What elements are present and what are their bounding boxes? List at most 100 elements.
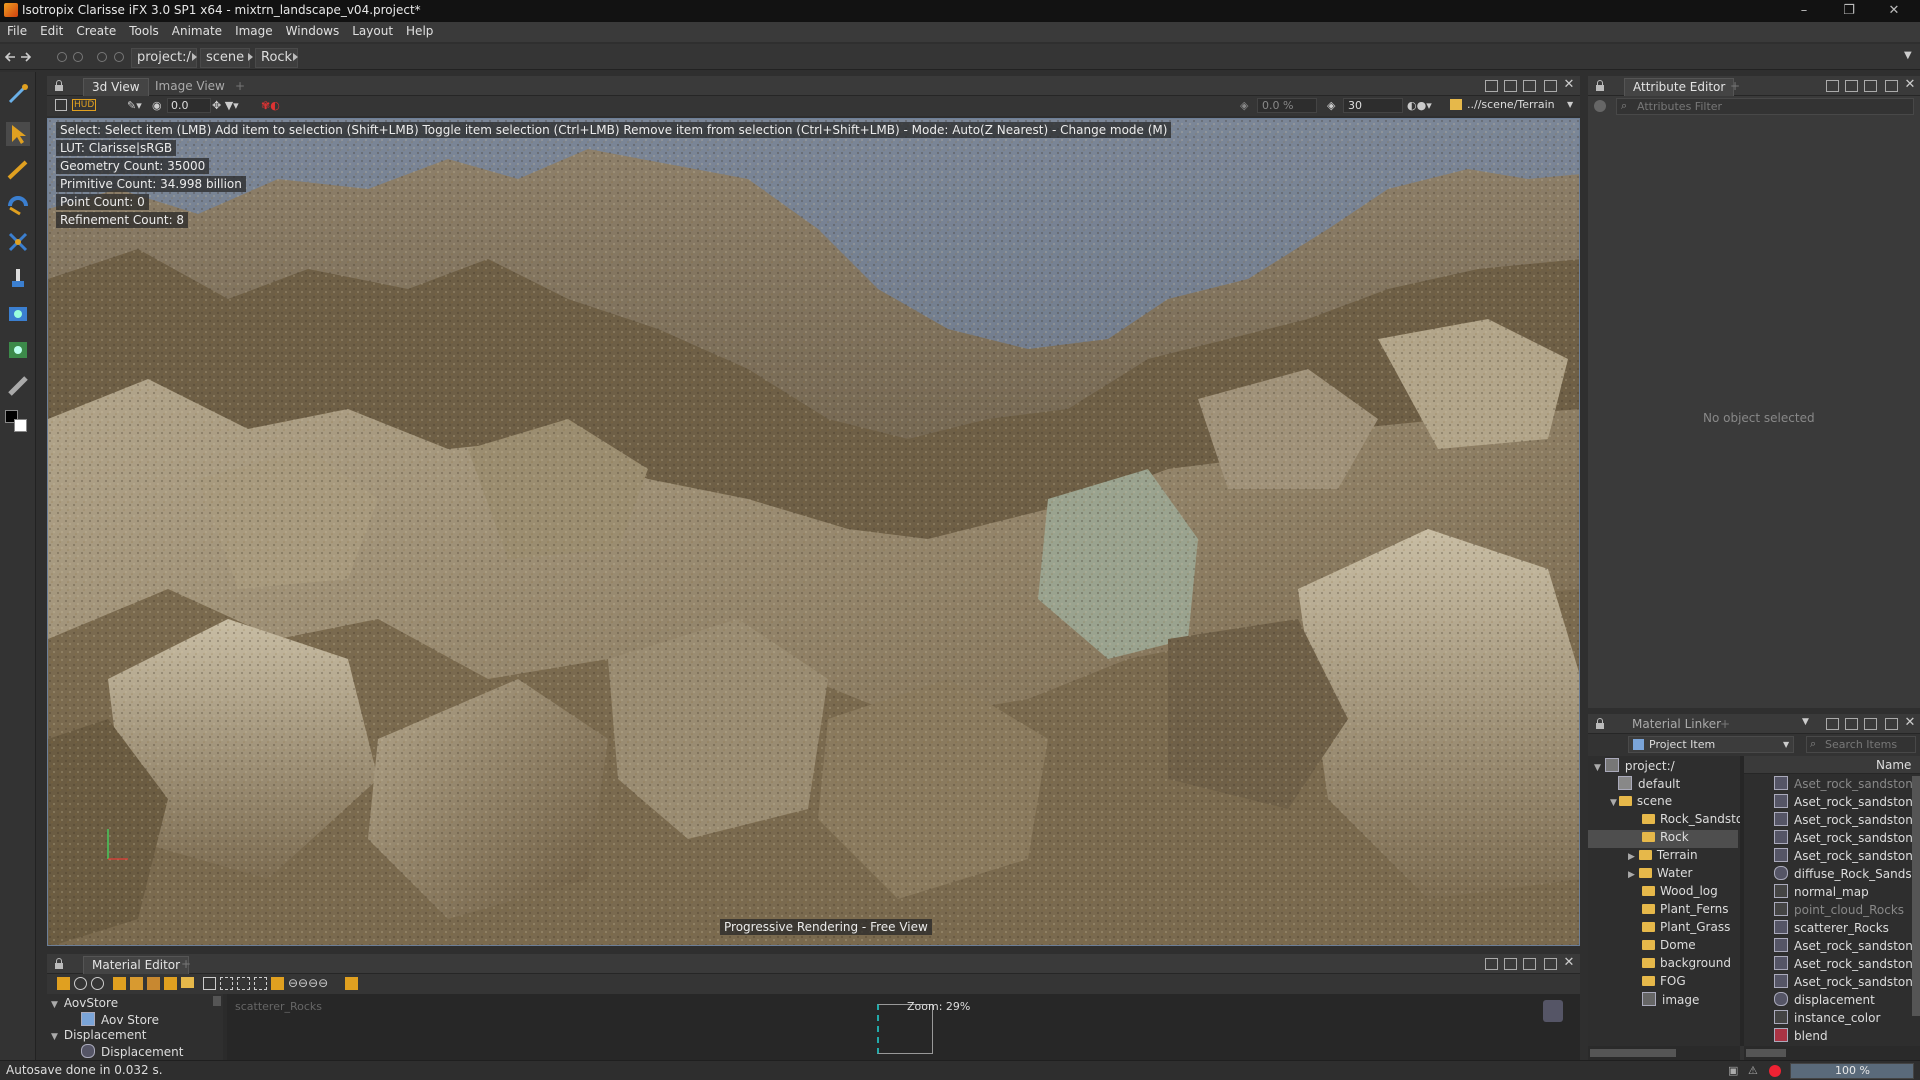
list-item[interactable]: Aset_rock_sandstone_ — [1774, 830, 1920, 848]
horizontal-scrollbar[interactable] — [1588, 1046, 1740, 1060]
tree-item-default[interactable]: default — [1618, 776, 1680, 794]
tab-attribute-editor[interactable]: Attribute Editor — [1624, 78, 1735, 96]
server-icon[interactable]: ▣ — [1728, 1064, 1738, 1077]
rotate-tool-icon[interactable] — [6, 194, 30, 218]
camera-path[interactable]: ..//scene/Terrain — [1467, 98, 1555, 111]
texture-tool-icon[interactable] — [130, 977, 143, 990]
layout-vertical-icon[interactable] — [1864, 718, 1877, 730]
horizontal-scrollbar[interactable] — [1744, 1046, 1920, 1060]
menu-create[interactable]: Create — [69, 22, 122, 38]
list-item[interactable]: scatterer_Rocks — [1774, 920, 1889, 938]
folder-icon[interactable] — [1450, 99, 1462, 110]
lock-icon[interactable] — [53, 958, 65, 970]
tree-item-water[interactable]: ▶ Water — [1628, 866, 1692, 884]
error-indicator-icon[interactable] — [1769, 1065, 1781, 1077]
lock-icon[interactable] — [1594, 80, 1606, 92]
forward-arrow-icon[interactable] — [20, 51, 32, 63]
layout-horizontal-icon[interactable] — [1845, 80, 1858, 92]
tab-image-view[interactable]: Image View — [147, 78, 233, 95]
list-item[interactable]: blend — [1774, 1028, 1828, 1046]
scale-tool-icon[interactable] — [6, 230, 30, 254]
visibility-icon[interactable]: ◉ — [152, 99, 162, 112]
tree-item-fog[interactable]: FOG — [1642, 974, 1686, 992]
scrollbar[interactable] — [1912, 776, 1920, 1016]
project-item-dropdown[interactable]: Project Item ▼ — [1628, 736, 1794, 753]
minimize-button[interactable]: – — [1784, 2, 1824, 20]
list-item[interactable]: Aset_rock_sandstone — [1774, 956, 1920, 974]
render-settings-icon[interactable]: ✾◐ — [261, 99, 280, 112]
tree-item-dome[interactable]: Dome — [1642, 938, 1696, 956]
warning-icon[interactable]: ⚠ — [1748, 1064, 1758, 1077]
menu-image[interactable]: Image — [228, 22, 279, 38]
chevron-down-icon[interactable]: ▼ — [1802, 717, 1809, 727]
list-item[interactable]: Aset_rock_sandstone_ — [1774, 848, 1920, 866]
maximize-panel-icon[interactable] — [1544, 958, 1557, 970]
scrollbar[interactable] — [213, 996, 221, 1006]
layout-vertical-icon[interactable] — [1523, 958, 1536, 970]
close-button[interactable]: ✕ — [1874, 2, 1914, 20]
navigation-icons[interactable]: ⊖⊖⊖⊖ — [288, 976, 328, 990]
camera-tool-icon[interactable] — [6, 302, 30, 326]
breadcrumb-rock[interactable]: Rock — [255, 48, 299, 68]
pick-tool-icon[interactable] — [6, 82, 30, 106]
auto-layout-icon[interactable] — [271, 977, 284, 990]
attributes-filter-input[interactable]: ⌕ Attributes Filter — [1616, 98, 1914, 115]
folder-icon[interactable] — [181, 977, 194, 988]
align-icon[interactable] — [237, 977, 250, 990]
render-preview-icon[interactable] — [345, 977, 358, 990]
layout-vertical-icon[interactable] — [1864, 80, 1877, 92]
pause-icon[interactable] — [113, 51, 125, 63]
maximize-panel-icon[interactable] — [1885, 80, 1898, 92]
undo-icon[interactable] — [56, 51, 68, 63]
add-tab-button[interactable]: + — [1712, 716, 1738, 733]
layout-split-icon[interactable] — [1485, 958, 1498, 970]
menu-tools[interactable]: Tools — [122, 22, 165, 38]
menu-file[interactable]: File — [0, 22, 33, 38]
tree-item-plant-ferns[interactable]: Plant_Ferns — [1642, 902, 1728, 920]
material-tool-icon[interactable] — [113, 977, 126, 990]
maximize-panel-icon[interactable] — [1885, 718, 1898, 730]
layout-split-icon[interactable] — [1826, 718, 1839, 730]
distribute-icon[interactable] — [254, 977, 267, 990]
close-panel-icon[interactable]: ✕ — [1904, 716, 1916, 730]
maximize-button[interactable]: ❐ — [1829, 2, 1869, 20]
back-arrow-icon[interactable] — [4, 51, 16, 63]
tree-item-rock[interactable]: Rock — [1588, 830, 1738, 848]
tree-item-scene[interactable]: ▼ scene — [1610, 794, 1672, 812]
filter-icon[interactable]: ✥ ▼▾ — [212, 99, 239, 112]
add-tab-button[interactable]: + — [227, 78, 253, 95]
close-panel-icon[interactable]: ✕ — [1563, 78, 1575, 92]
chevron-down-icon[interactable]: ▼ — [1904, 50, 1912, 61]
layout-split-icon[interactable] — [1485, 80, 1498, 92]
list-item[interactable]: normal_map — [1774, 884, 1869, 902]
link-tool-icon[interactable] — [74, 977, 87, 990]
menu-animate[interactable]: Animate — [165, 22, 228, 38]
close-panel-icon[interactable]: ✕ — [1904, 78, 1916, 92]
brush-icon[interactable]: ✎▾ — [127, 99, 142, 112]
layout-split-icon[interactable] — [1826, 80, 1839, 92]
hud-toggle[interactable]: HUD — [72, 99, 97, 111]
layout-horizontal-icon[interactable] — [1504, 80, 1517, 92]
filter-tool-icon[interactable] — [164, 977, 177, 990]
select-tool-icon[interactable] — [6, 122, 30, 146]
zoom-indicator[interactable]: 100 % — [1790, 1063, 1914, 1079]
tree-item-terrain[interactable]: ▶ Terrain — [1628, 848, 1698, 866]
maximize-panel-icon[interactable] — [1544, 80, 1557, 92]
background-color-swatch[interactable] — [14, 419, 27, 432]
close-panel-icon[interactable]: ✕ — [1563, 956, 1575, 970]
eraser-tool-icon[interactable] — [6, 374, 30, 398]
lock-icon[interactable] — [1594, 718, 1606, 730]
menu-edit[interactable]: Edit — [33, 22, 69, 38]
exposure-field[interactable]: 0.0 — [167, 98, 211, 113]
tab-3d-view[interactable]: 3d View — [83, 78, 149, 96]
breadcrumb-scene[interactable]: scene — [200, 48, 251, 68]
paint-tool-icon[interactable] — [6, 266, 30, 290]
name-column-header[interactable]: Name — [1744, 756, 1920, 774]
list-item[interactable]: Aset_rock_sandstone_ — [1774, 812, 1920, 830]
list-item[interactable]: Aset_rock_sandstone_ — [1774, 794, 1920, 812]
menu-windows[interactable]: Windows — [279, 22, 346, 38]
layout-vertical-icon[interactable] — [1523, 80, 1536, 92]
layout-tool-icon[interactable] — [147, 977, 160, 990]
search-items-input[interactable]: ⌕ Search Items — [1806, 736, 1916, 753]
list-item[interactable]: diffuse_Rock_Sandsto — [1774, 866, 1920, 884]
